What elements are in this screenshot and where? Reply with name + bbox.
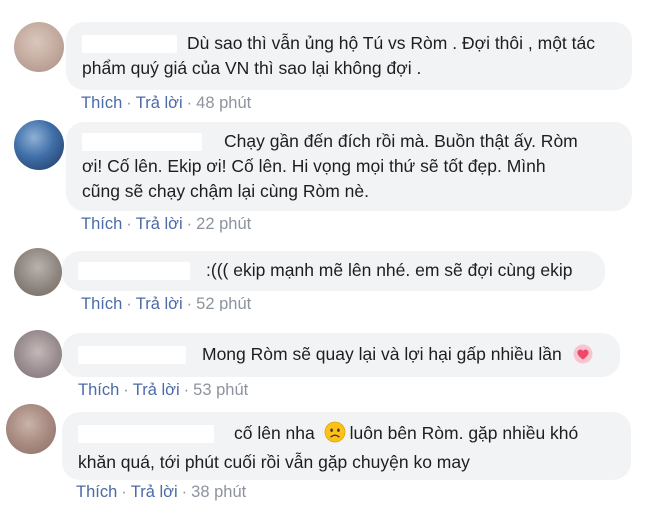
comment-bubble: cố lên nha luôn bên Ròm. gặp nhiều khó k… xyxy=(62,412,631,480)
comment-timestamp[interactable]: 48 phút xyxy=(196,94,251,112)
separator-dot: · xyxy=(183,381,190,399)
commenter-name-redacted[interactable] xyxy=(82,133,202,152)
comment-text: luôn bên Ròm. gặp nhiều khó xyxy=(349,423,579,443)
separator-dot: · xyxy=(121,483,127,501)
comment-text: cũng sẽ chạy chậm lại cùng Ròm nè. xyxy=(82,181,369,201)
comment-text: phẩm quý giá của VN thì sao lại không đợ… xyxy=(82,58,422,78)
comment-timestamp[interactable]: 53 phút xyxy=(193,381,248,399)
avatar[interactable] xyxy=(14,330,62,378)
reply-link[interactable]: Trả lời xyxy=(131,483,178,501)
comment-text: ơi! Cố lên. Ekip ơi! Cố lên. Hi vọng mọi… xyxy=(82,156,546,176)
comment-text: Chạy gần đến đích rồi mà. Buồn thật ấy. … xyxy=(224,131,578,151)
worried-face-emoji-icon xyxy=(324,421,346,450)
comment-bubble: Mong Ròm sẽ quay lại và lợi hại gấp nhiề… xyxy=(62,333,620,377)
separator-dot: · xyxy=(186,215,193,233)
like-link[interactable]: Thích xyxy=(81,295,122,311)
comment-bubble: :((( ekip mạnh mẽ lên nhé. em sẽ đợi cùn… xyxy=(62,251,605,291)
like-link[interactable]: Thích xyxy=(81,94,122,112)
comment-timestamp[interactable]: 52 phút xyxy=(196,295,251,311)
separator-dot: · xyxy=(181,483,188,501)
reply-link[interactable]: Trả lời xyxy=(133,381,180,399)
comment-actions: Thích · Trả lời · 53 phút xyxy=(78,381,248,400)
comment-timestamp[interactable]: 22 phút xyxy=(196,215,251,233)
comment-text: Mong Ròm sẽ quay lại và lợi hại gấp nhiề… xyxy=(202,344,562,364)
separator-dot: · xyxy=(126,295,132,311)
avatar[interactable] xyxy=(14,248,62,296)
comment-bubble: Dù sao thì vẫn ủng hộ Tú vs Ròm . Đợi th… xyxy=(66,22,632,90)
reply-link[interactable]: Trả lời xyxy=(136,215,183,233)
commenter-name-redacted[interactable] xyxy=(78,346,186,365)
comment-actions: Thích · Trả lời · 38 phút xyxy=(76,483,246,502)
comment-text: Dù sao thì vẫn ủng hộ Tú vs Ròm . Đợi th… xyxy=(187,33,596,53)
commenter-name-redacted[interactable] xyxy=(78,425,214,444)
like-link[interactable]: Thích xyxy=(81,215,122,233)
separator-dot: · xyxy=(186,94,193,112)
avatar[interactable] xyxy=(14,120,64,170)
like-link[interactable]: Thích xyxy=(78,381,119,399)
separator-dot: · xyxy=(126,94,132,112)
reply-link[interactable]: Trả lời xyxy=(136,295,183,311)
comment-bubble: Chạy gần đến đích rồi mà. Buồn thật ấy. … xyxy=(66,122,632,211)
avatar[interactable] xyxy=(6,404,56,454)
commenter-name-redacted[interactable] xyxy=(82,35,177,54)
separator-dot: · xyxy=(186,295,193,311)
comment-text: cố lên nha xyxy=(234,423,315,443)
avatar[interactable] xyxy=(14,22,64,72)
like-link[interactable]: Thích xyxy=(76,483,117,501)
comment-timestamp[interactable]: 38 phút xyxy=(191,483,246,501)
separator-dot: · xyxy=(123,381,129,399)
comment-actions: Thích · Trả lời · 22 phút xyxy=(81,215,251,234)
separator-dot: · xyxy=(126,215,132,233)
comment-actions: Thích · Trả lời · 48 phút xyxy=(81,94,251,113)
comment-text: :((( ekip mạnh mẽ lên nhé. em sẽ đợi cùn… xyxy=(206,260,573,280)
comment-text: khăn quá, tới phút cuối rồi vẫn gặp chuy… xyxy=(78,452,470,472)
commenter-name-redacted[interactable] xyxy=(78,262,190,281)
comment-actions: Thích · Trả lời · 52 phút xyxy=(81,295,251,311)
reply-link[interactable]: Trả lời xyxy=(136,94,183,112)
heart-emoji-icon xyxy=(573,344,593,371)
